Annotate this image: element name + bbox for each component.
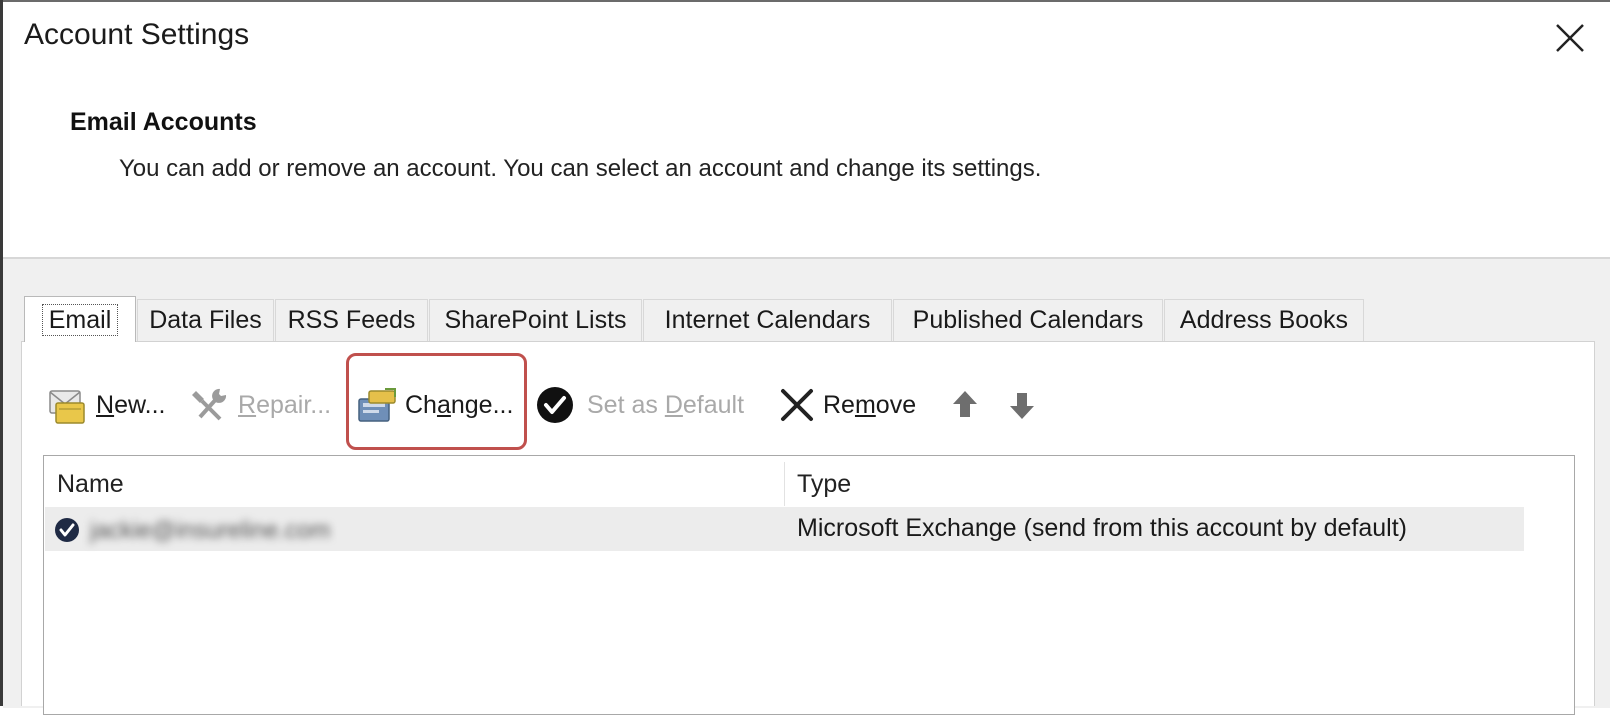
dialog-title: Account Settings: [24, 18, 250, 51]
tab-email[interactable]: Email: [24, 296, 136, 342]
change-button-label: Change...: [405, 390, 514, 419]
remove-x-icon: [781, 389, 813, 421]
arrow-up-icon: [953, 391, 977, 417]
column-separator: [784, 462, 785, 506]
tab-published-calendars[interactable]: Published Calendars: [893, 299, 1163, 341]
tab-internet-calendars[interactable]: Internet Calendars: [643, 299, 892, 341]
tab-address-books-label: Address Books: [1179, 306, 1349, 334]
tab-sharepoint-lists[interactable]: SharePoint Lists: [429, 299, 642, 341]
default-account-icon: [55, 518, 79, 542]
move-down-button[interactable]: [1006, 382, 1038, 428]
new-button-label: New...: [96, 390, 166, 419]
section-description: You can add or remove an account. You ca…: [119, 155, 1042, 182]
tab-sharepoint-lists-label: SharePoint Lists: [444, 306, 627, 334]
section-title: Email Accounts: [70, 108, 257, 136]
remove-button[interactable]: Remove: [777, 382, 916, 428]
tab-email-label: Email: [41, 303, 119, 336]
set-default-button[interactable]: Set as Default: [535, 382, 744, 428]
column-header-type[interactable]: Type: [797, 462, 1497, 506]
column-header-name[interactable]: Name: [57, 462, 783, 506]
move-up-button[interactable]: [949, 382, 981, 428]
tab-internet-calendars-label: Internet Calendars: [664, 306, 871, 334]
tab-data-files[interactable]: Data Files: [137, 299, 274, 341]
tab-rss-feeds[interactable]: RSS Feeds: [275, 299, 428, 341]
set-default-button-label: Set as Default: [587, 390, 745, 419]
checkmark-circle-icon: [537, 387, 573, 423]
tab-published-calendars-label: Published Calendars: [912, 306, 1144, 334]
new-button[interactable]: New...: [46, 382, 165, 428]
window-top-border: [0, 0, 1610, 2]
tab-rss-feeds-label: RSS Feeds: [287, 306, 416, 334]
repair-button-label: Repair...: [238, 390, 332, 419]
change-button[interactable]: Change...: [355, 382, 513, 428]
close-icon: [1556, 24, 1584, 52]
change-account-icon: [358, 388, 396, 422]
tab-data-files-label: Data Files: [149, 306, 262, 334]
account-type: Microsoft Exchange (send from this accou…: [797, 514, 1408, 542]
close-button[interactable]: [1550, 18, 1590, 58]
account-name: jackie@insureline.com: [90, 517, 331, 544]
remove-button-label: Remove: [823, 390, 917, 419]
repair-tools-icon: [192, 388, 227, 421]
tab-address-books[interactable]: Address Books: [1164, 299, 1364, 341]
repair-button[interactable]: Repair...: [188, 382, 331, 428]
new-account-icon: [49, 390, 85, 424]
arrow-down-icon: [1010, 393, 1034, 419]
